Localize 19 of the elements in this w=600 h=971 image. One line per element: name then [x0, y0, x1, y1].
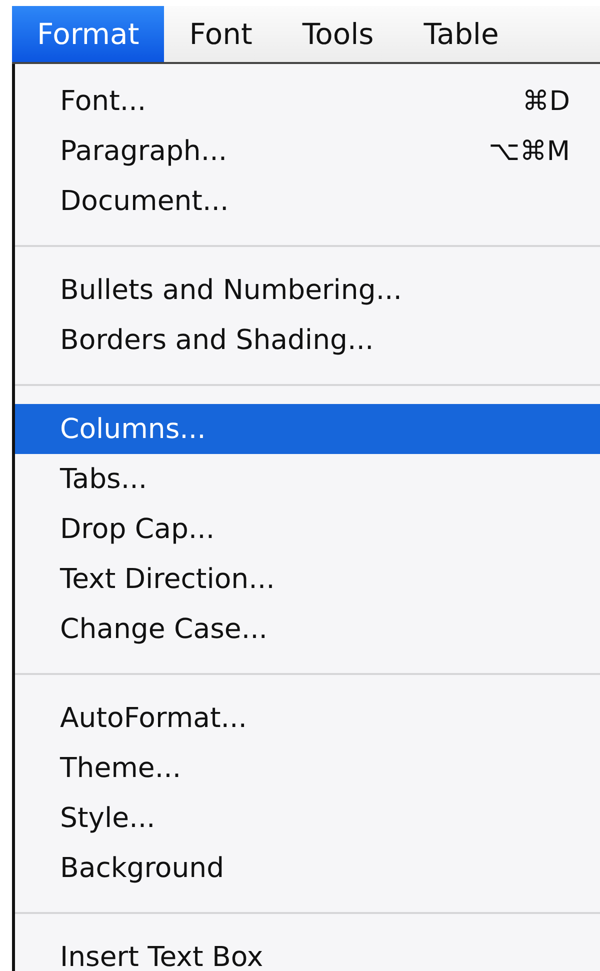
menu-item[interactable]: Insert Text Box — [15, 932, 600, 971]
menu-item[interactable]: Columns... — [15, 404, 600, 454]
menu-item[interactable]: Theme... — [15, 743, 600, 793]
menu-item[interactable]: Font... ⌘D — [15, 76, 600, 126]
menu-item[interactable]: Text Direction... — [15, 554, 600, 604]
menu-item[interactable]: Drop Cap... — [15, 504, 600, 554]
menu-item[interactable]: Change Case... — [15, 604, 600, 654]
menu-item[interactable]: Borders and Shading... — [15, 315, 600, 365]
menu-bar-item[interactable]: Tools — [277, 6, 399, 62]
menu-item[interactable]: AutoFormat... — [15, 693, 600, 743]
menu-bar-item[interactable]: Table — [398, 6, 524, 62]
menu-item[interactable]: Bullets and Numbering... — [15, 265, 600, 315]
menu-bar-item[interactable]: Format — [12, 6, 164, 62]
menu-item[interactable]: Paragraph... ⌥⌘M — [15, 126, 600, 176]
menu-item[interactable]: Background — [15, 843, 600, 893]
menu-item[interactable]: Document... — [15, 176, 600, 226]
menu-item[interactable]: Style... — [15, 793, 600, 843]
menu-item[interactable]: Tabs... — [15, 454, 600, 504]
menu-bar-item[interactable]: Font — [164, 6, 278, 62]
